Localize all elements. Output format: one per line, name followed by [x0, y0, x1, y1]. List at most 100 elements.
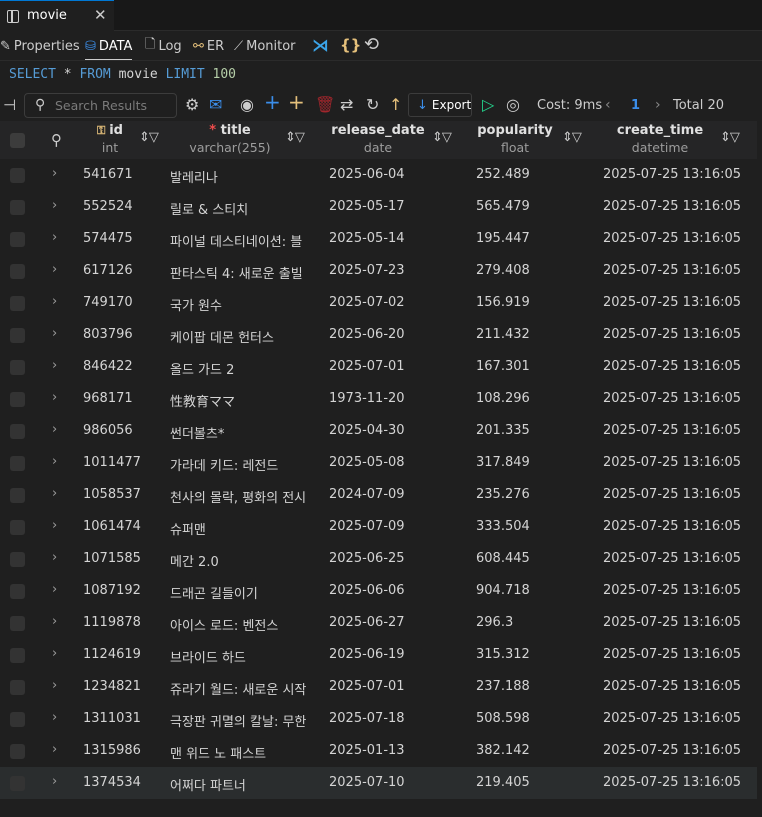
chevron-right-icon[interactable]: ›: [52, 454, 57, 469]
pin-icon[interactable]: ⊣: [3, 96, 16, 114]
next-page-icon[interactable]: ›: [655, 97, 661, 113]
cell-id[interactable]: 1119878: [83, 615, 163, 630]
cell-create-time[interactable]: 2025-07-25 13:16:05: [603, 551, 753, 566]
cell-popularity[interactable]: 315.312: [476, 647, 586, 662]
row-checkbox[interactable]: [10, 168, 25, 183]
row-checkbox[interactable]: [10, 776, 25, 791]
cell-title[interactable]: 릴로 & 스티치: [170, 199, 322, 218]
cell-release-date[interactable]: 2025-06-25: [329, 551, 469, 566]
cell-popularity[interactable]: 235.276: [476, 487, 586, 502]
row-checkbox[interactable]: [10, 520, 25, 535]
cell-title[interactable]: 쥬라기 월드: 새로운 시작: [170, 679, 322, 698]
cell-create-time[interactable]: 2025-07-25 13:16:05: [603, 679, 753, 694]
table-row[interactable]: › 1119878 아이스 로드: 벤전스 2025-06-27 296.3 2025-0…: [0, 607, 757, 639]
close-icon[interactable]: ✕: [94, 6, 107, 24]
cell-id[interactable]: 574475: [83, 231, 163, 246]
cell-id[interactable]: 1124619: [83, 647, 163, 662]
cell-release-date[interactable]: 1973-11-20: [329, 391, 469, 406]
history-icon[interactable]: ⟲: [364, 34, 379, 55]
table-row[interactable]: › 552524 릴로 & 스티치 2025-05-17 565.479 2025-07-…: [0, 191, 757, 223]
table-row[interactable]: › 1011477 가라데 키드: 레전드 2025-05-08 317.849 2025…: [0, 447, 757, 479]
cell-release-date[interactable]: 2025-07-09: [329, 519, 469, 534]
table-row[interactable]: › 1058537 천사의 몰락, 평화의 전시 2024-07-09 235.276 2…: [0, 479, 757, 511]
cell-create-time[interactable]: 2025-07-25 13:16:05: [603, 263, 753, 278]
row-checkbox[interactable]: [10, 296, 25, 311]
cell-id[interactable]: 541671: [83, 167, 163, 182]
cell-release-date[interactable]: 2025-07-02: [329, 295, 469, 310]
monitor-tab[interactable]: ⟋ Monitor: [234, 37, 296, 55]
table-row[interactable]: › 1315986 맨 위드 노 패스트 2025-01-13 382.142 2025-…: [0, 735, 757, 767]
table-row[interactable]: › 1311031 극장판 귀멸의 칼날: 무한 2025-07-18 508.598 2…: [0, 703, 757, 735]
cell-release-date[interactable]: 2025-06-04: [329, 167, 469, 182]
cell-release-date[interactable]: 2025-07-01: [329, 679, 469, 694]
properties-tab[interactable]: ✎ Properties: [0, 37, 80, 55]
cell-create-time[interactable]: 2025-07-25 13:16:05: [603, 423, 753, 438]
cell-popularity[interactable]: 904.718: [476, 583, 586, 598]
table-row[interactable]: › 1087192 드래곤 길들이기 2025-06-06 904.718 2025-07…: [0, 575, 757, 607]
cell-create-time[interactable]: 2025-07-25 13:16:05: [603, 391, 753, 406]
cell-create-time[interactable]: 2025-07-25 13:16:05: [603, 711, 753, 726]
chevron-right-icon[interactable]: ›: [52, 294, 57, 309]
cell-popularity[interactable]: 211.432: [476, 327, 586, 342]
cell-id[interactable]: 1058537: [83, 487, 163, 502]
column-header-create-time[interactable]: create_time datetime ⇕▽: [600, 121, 757, 159]
chevron-right-icon[interactable]: ›: [52, 582, 57, 597]
table-row[interactable]: › 617126 판타스틱 4: 새로운 출빌 2025-07-23 279.408 20…: [0, 255, 757, 287]
cell-title[interactable]: 브라이드 하드: [170, 647, 322, 666]
cell-title[interactable]: 아이스 로드: 벤전스: [170, 615, 322, 634]
search-icon[interactable]: ⚲: [51, 131, 62, 149]
cell-title[interactable]: 맨 위드 노 패스트: [170, 743, 322, 762]
cell-popularity[interactable]: 108.296: [476, 391, 586, 406]
chevron-right-icon[interactable]: ›: [52, 262, 57, 277]
table-row[interactable]: › 541671 발레리나 2025-06-04 252.489 2025-07-25 1…: [0, 159, 757, 191]
page-number[interactable]: 1: [631, 98, 640, 113]
run-icon[interactable]: ▷: [482, 96, 494, 114]
cell-id[interactable]: 968171: [83, 391, 163, 406]
cell-title[interactable]: 어쩌다 파트너: [170, 775, 322, 794]
sync-icon[interactable]: ⇄: [340, 96, 353, 114]
table-row[interactable]: › 803796 케이팝 데몬 헌터스 2025-06-20 211.432 2025-0…: [0, 319, 757, 351]
cell-release-date[interactable]: 2024-07-09: [329, 487, 469, 502]
cell-popularity[interactable]: 252.489: [476, 167, 586, 182]
cell-id[interactable]: 617126: [83, 263, 163, 278]
cell-id[interactable]: 1311031: [83, 711, 163, 726]
cell-release-date[interactable]: 2025-01-13: [329, 743, 469, 758]
eye-icon[interactable]: ◎: [506, 96, 520, 114]
table-row[interactable]: › 846422 올드 가드 2 2025-07-01 167.301 2025-07-2…: [0, 351, 757, 383]
log-tab[interactable]: 🗋 Log: [145, 37, 182, 55]
cell-title[interactable]: 케이팝 데몬 헌터스: [170, 327, 322, 346]
cell-release-date[interactable]: 2025-06-06: [329, 583, 469, 598]
table-row[interactable]: › 1234821 쥬라기 월드: 새로운 시작 2025-07-01 237.188 2…: [0, 671, 757, 703]
cell-id[interactable]: 749170: [83, 295, 163, 310]
chevron-right-icon[interactable]: ›: [52, 518, 57, 533]
cell-id[interactable]: 1087192: [83, 583, 163, 598]
row-checkbox[interactable]: [10, 552, 25, 567]
cell-release-date[interactable]: 2025-06-20: [329, 327, 469, 342]
export-button[interactable]: ↓ Export: [408, 93, 472, 117]
cell-popularity[interactable]: 508.598: [476, 711, 586, 726]
cell-popularity[interactable]: 237.188: [476, 679, 586, 694]
cell-popularity[interactable]: 317.849: [476, 455, 586, 470]
er-tab[interactable]: ⚯ ER: [193, 37, 224, 55]
chevron-right-icon[interactable]: ›: [52, 326, 57, 341]
chevron-right-icon[interactable]: ›: [52, 230, 57, 245]
cell-title[interactable]: 국가 원수: [170, 295, 322, 314]
cell-title[interactable]: 메간 2.0: [170, 551, 322, 570]
cell-release-date[interactable]: 2025-05-17: [329, 199, 469, 214]
row-checkbox[interactable]: [10, 584, 25, 599]
cell-release-date[interactable]: 2025-07-01: [329, 359, 469, 374]
cell-title[interactable]: 썬더볼츠*: [170, 423, 322, 442]
cell-release-date[interactable]: 2025-07-18: [329, 711, 469, 726]
prev-page-icon[interactable]: ‹: [605, 97, 611, 113]
chevron-right-icon[interactable]: ›: [52, 614, 57, 629]
sql-query[interactable]: SELECT * FROM movie LIMIT 100: [0, 60, 762, 89]
cell-create-time[interactable]: 2025-07-25 13:16:05: [603, 231, 753, 246]
table-row[interactable]: › 574475 파이널 데스티네이션: 블 2025-05-14 195.447 202…: [0, 223, 757, 255]
chevron-right-icon[interactable]: ›: [52, 774, 57, 789]
cell-popularity[interactable]: 608.445: [476, 551, 586, 566]
row-checkbox[interactable]: [10, 456, 25, 471]
cell-create-time[interactable]: 2025-07-25 13:16:05: [603, 455, 753, 470]
chevron-right-icon[interactable]: ›: [52, 710, 57, 725]
chevron-right-icon[interactable]: ›: [52, 198, 57, 213]
table-row[interactable]: › 1124619 브라이드 하드 2025-06-19 315.312 2025-07-…: [0, 639, 757, 671]
